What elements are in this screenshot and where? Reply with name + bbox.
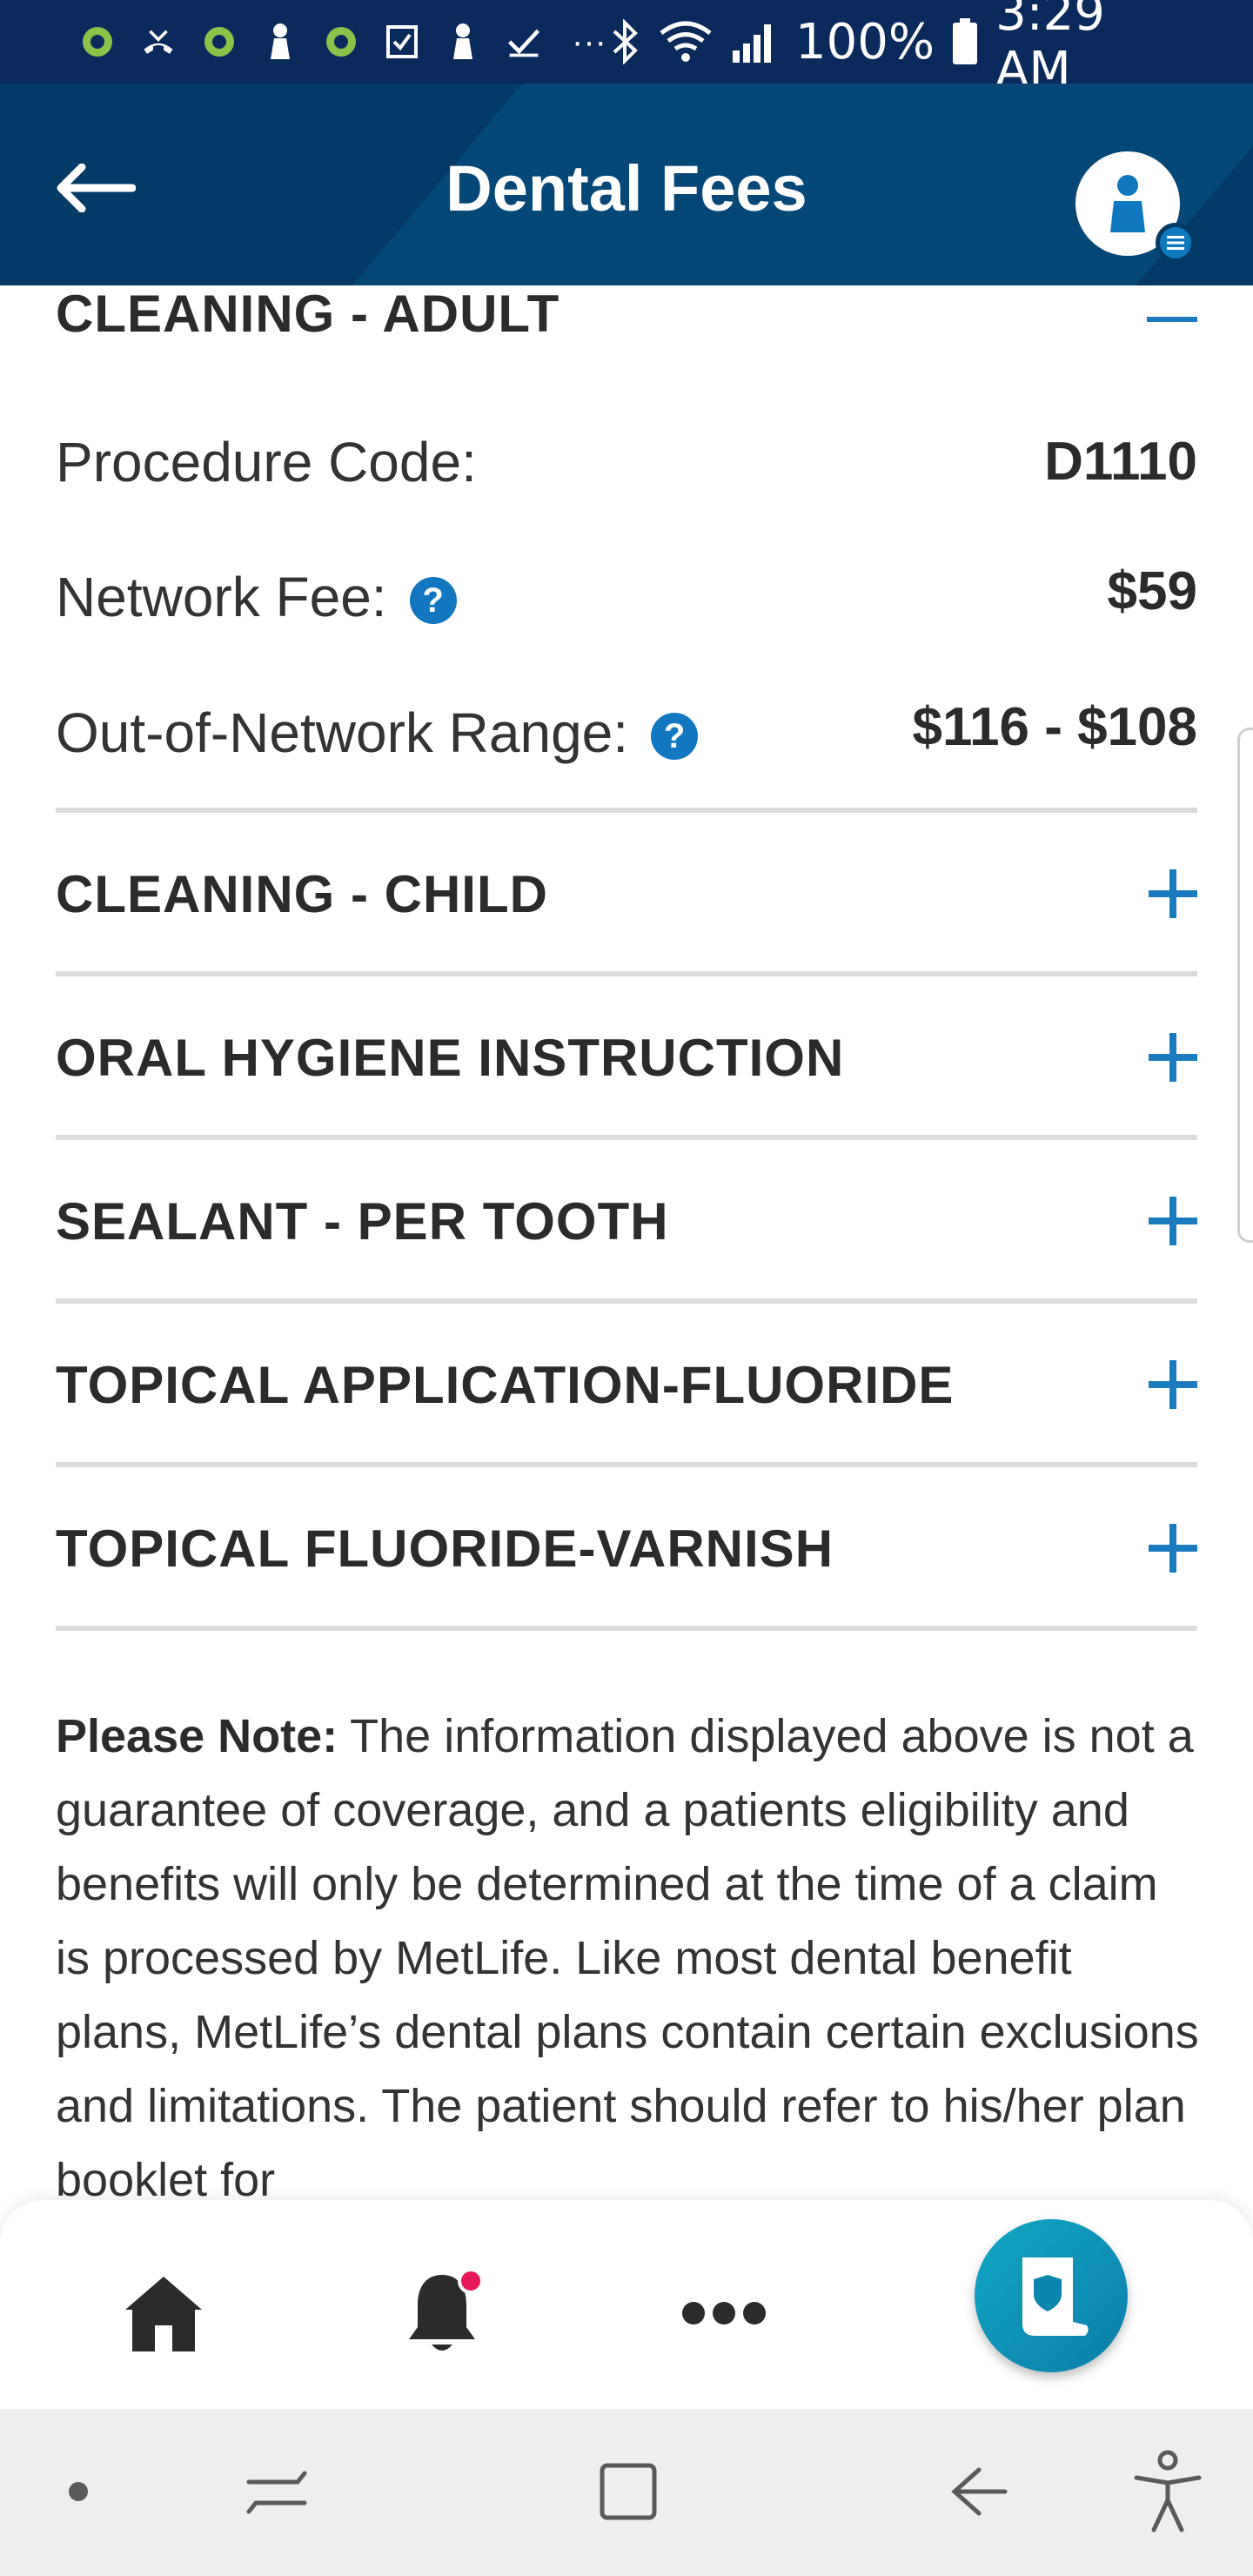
id-card-icon [1022, 2257, 1089, 2336]
fee-item-cleaning-child[interactable]: CLEANING - CHILD [56, 813, 1197, 975]
check-icon [506, 22, 541, 62]
fee-item-label: TOPICAL FLUORIDE-VARNISH [56, 1519, 834, 1578]
wifi-icon [658, 19, 714, 64]
plus-icon[interactable] [1149, 1524, 1197, 1573]
battery-icon [952, 18, 978, 65]
more-icon [682, 2302, 766, 2324]
back-icon [951, 2467, 1008, 2516]
system-back-button[interactable] [926, 2444, 1030, 2539]
notification-icons: ··· [80, 22, 611, 62]
bluetooth-icon [611, 19, 640, 64]
fee-item-fluoride-varnish[interactable]: TOPICAL FLUORIDE-VARNISH [56, 1467, 1197, 1629]
checkbox-icon [385, 22, 419, 62]
app-notification-icon [324, 22, 358, 62]
recent-apps-icon [600, 2463, 657, 2520]
divider [56, 1626, 1197, 1631]
fee-item-label: TOPICAL APPLICATION-FLUORIDE [56, 1355, 955, 1414]
plus-icon[interactable] [1149, 1197, 1197, 1245]
status-bar: ··· 100% 3:29 AM [0, 0, 1253, 98]
more-notifications-icon: ··· [572, 22, 606, 61]
home-icon [125, 2277, 202, 2351]
id-card-button[interactable] [975, 2219, 1128, 2372]
dental-fees-list: CLEANING - ADULT Procedure Code: D1110 N… [0, 285, 1253, 2200]
keyboard-toggle-icon [246, 2471, 307, 2514]
disclaimer-lead: Please Note: [56, 1710, 338, 1762]
fee-item-oral-hygiene[interactable]: ORAL HYGIENE INSTRUCTION [56, 976, 1197, 1138]
detail-label-text: Network Fee: [56, 566, 387, 628]
battery-level: 100% [795, 13, 935, 70]
app-notification-icon [80, 22, 115, 62]
missed-call-icon [141, 22, 176, 62]
procedure-code-value: D1110 [1044, 432, 1197, 492]
help-icon[interactable]: ? [651, 713, 699, 760]
keyboard-toggle-button[interactable] [224, 2444, 329, 2539]
help-icon[interactable]: ? [409, 577, 457, 624]
scrollbar[interactable] [1237, 728, 1253, 1243]
fee-item-label: SEALANT - PER TOOTH [56, 1191, 669, 1251]
fee-item-topical-fluoride[interactable]: TOPICAL APPLICATION-FLUORIDE [56, 1304, 1197, 1466]
expanded-item-title[interactable]: CLEANING - ADULT [56, 285, 559, 343]
minus-icon[interactable] [1147, 317, 1197, 322]
bottom-nav [0, 2200, 1253, 2409]
nav-dot-button[interactable] [26, 2444, 131, 2539]
person-icon [1110, 175, 1145, 232]
more-button[interactable] [672, 2261, 776, 2365]
out-of-network-label: Out-of-Network Range: ? [56, 700, 699, 766]
pawn-icon [263, 22, 298, 62]
pawn-icon [446, 22, 480, 62]
menu-badge-icon[interactable] [1156, 223, 1196, 263]
out-of-network-value: $116 - $108 [912, 697, 1197, 757]
signal-icon [731, 19, 778, 64]
procedure-code-label: Procedure Code: [56, 429, 477, 495]
detail-label-text: Out-of-Network Range: [56, 701, 629, 764]
detail-label-text: Procedure Code: [56, 431, 477, 493]
page-title: Dental Fees [446, 152, 807, 225]
app-notification-icon [202, 22, 237, 62]
plus-icon[interactable] [1149, 869, 1197, 918]
network-fee-value: $59 [1107, 561, 1197, 621]
plus-icon[interactable] [1149, 1360, 1197, 1409]
disclaimer: Please Note: The information displayed a… [56, 1700, 1204, 2200]
disclaimer-text: The information displayed above is not a… [56, 1710, 1199, 2200]
home-button[interactable] [111, 2261, 216, 2365]
fee-item-sealant[interactable]: SEALANT - PER TOOTH [56, 1140, 1197, 1302]
fee-item-label: ORAL HYGIENE INSTRUCTION [56, 1028, 845, 1087]
fee-item-label: CLEANING - CHILD [56, 864, 548, 923]
accessibility-icon [1134, 2450, 1202, 2532]
system-nav [0, 2409, 1253, 2576]
dot-icon [69, 2482, 88, 2501]
network-fee-label: Network Fee: ? [56, 564, 457, 630]
plus-icon[interactable] [1149, 1033, 1197, 1082]
notification-dot [458, 2268, 484, 2294]
recent-apps-button[interactable] [576, 2444, 680, 2539]
accessibility-button[interactable] [1116, 2444, 1220, 2539]
app-header: Dental Fees [0, 84, 1253, 285]
